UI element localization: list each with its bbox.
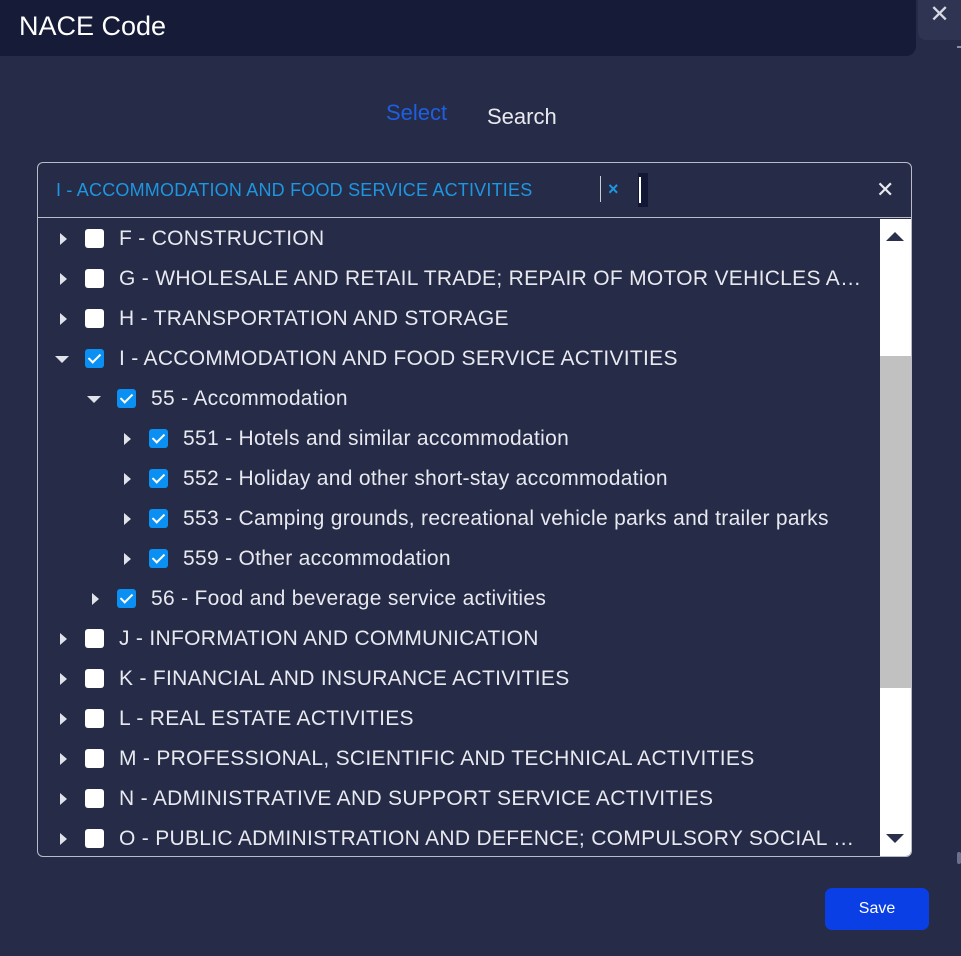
caret-down-icon[interactable] bbox=[55, 356, 69, 363]
dialog-header: NACE Code bbox=[0, 0, 916, 56]
tree-item-checkbox[interactable] bbox=[85, 229, 104, 248]
tree-item-checkbox[interactable] bbox=[85, 749, 104, 768]
tree-item-label: 552 - Holiday and other short-stay accom… bbox=[183, 467, 668, 490]
tree-item[interactable]: 55 - Accommodation bbox=[38, 379, 880, 419]
save-button[interactable]: Save bbox=[825, 888, 929, 930]
close-icon: ✕ bbox=[929, 1, 950, 28]
tree-item[interactable]: O - PUBLIC ADMINISTRATION AND DEFENCE; C… bbox=[38, 819, 880, 856]
tab-search[interactable]: Search bbox=[487, 104, 557, 130]
tree-item[interactable]: H - TRANSPORTATION AND STORAGE bbox=[38, 299, 880, 339]
scrollbar[interactable] bbox=[880, 219, 911, 856]
tree-item[interactable]: I - ACCOMMODATION AND FOOD SERVICE ACTIV… bbox=[38, 339, 880, 379]
tree-item-label: 559 - Other accommodation bbox=[183, 547, 451, 570]
tree-item[interactable]: 56 - Food and beverage service activitie… bbox=[38, 579, 880, 619]
caret-right-icon[interactable] bbox=[60, 313, 67, 325]
caret-right-icon[interactable] bbox=[60, 233, 67, 245]
tab-select[interactable]: Select bbox=[386, 100, 447, 126]
window-edge bbox=[957, 46, 961, 48]
tree-item-label: H - TRANSPORTATION AND STORAGE bbox=[119, 307, 509, 330]
scrollbar-thumb[interactable] bbox=[880, 356, 911, 688]
tree-item[interactable]: 559 - Other accommodation bbox=[38, 539, 880, 579]
tree-item-checkbox[interactable] bbox=[117, 389, 136, 408]
tree-item-checkbox[interactable] bbox=[85, 629, 104, 648]
chip-divider bbox=[600, 176, 601, 202]
tree-item-checkbox[interactable] bbox=[149, 429, 168, 448]
tree-item-checkbox[interactable] bbox=[149, 549, 168, 568]
scroll-down-arrow-icon[interactable] bbox=[886, 834, 904, 843]
tree-item-label: M - PROFESSIONAL, SCIENTIFIC AND TECHNIC… bbox=[119, 747, 755, 770]
nace-tree: F - CONSTRUCTION G - WHOLESALE AND RETAIL… bbox=[38, 219, 880, 856]
tree-item-label: O - PUBLIC ADMINISTRATION AND DEFENCE; C… bbox=[119, 827, 868, 850]
tree-item[interactable]: J - INFORMATION AND COMMUNICATION bbox=[38, 619, 880, 659]
close-button[interactable]: ✕ bbox=[918, 0, 961, 40]
tree-item[interactable]: L - REAL ESTATE ACTIVITIES bbox=[38, 699, 880, 739]
tree-item-label: L - REAL ESTATE ACTIVITIES bbox=[119, 707, 414, 730]
tree-item-label: 55 - Accommodation bbox=[151, 387, 348, 410]
tree-item[interactable]: G - WHOLESALE AND RETAIL TRADE; REPAIR O… bbox=[38, 259, 880, 299]
tree-item[interactable]: 552 - Holiday and other short-stay accom… bbox=[38, 459, 880, 499]
caret-right-icon[interactable] bbox=[60, 633, 67, 645]
tree-item-checkbox[interactable] bbox=[149, 509, 168, 528]
caret-right-icon[interactable] bbox=[124, 553, 131, 565]
caret-right-icon[interactable] bbox=[92, 593, 99, 605]
selected-values-bar[interactable]: I - ACCOMMODATION AND FOOD SERVICE ACTIV… bbox=[38, 163, 911, 218]
window-edge-handle bbox=[957, 852, 961, 864]
tree-item-checkbox[interactable] bbox=[85, 349, 104, 368]
tree-item-label: K - FINANCIAL AND INSURANCE ACTIVITIES bbox=[119, 667, 570, 690]
caret-right-icon[interactable] bbox=[60, 673, 67, 685]
tree-item-label: G - WHOLESALE AND RETAIL TRADE; REPAIR O… bbox=[119, 267, 868, 290]
tree-item-checkbox[interactable] bbox=[85, 669, 104, 688]
tree-item-label: 56 - Food and beverage service activitie… bbox=[151, 587, 547, 610]
tree-item-checkbox[interactable] bbox=[149, 469, 168, 488]
caret-right-icon[interactable] bbox=[60, 273, 67, 285]
caret-right-icon[interactable] bbox=[124, 433, 131, 445]
dialog-title: NACE Code bbox=[19, 11, 167, 41]
tree-item[interactable]: F - CONSTRUCTION bbox=[38, 219, 880, 259]
caret-right-icon[interactable] bbox=[124, 473, 131, 485]
tree-item-label: F - CONSTRUCTION bbox=[119, 227, 325, 250]
tree-search-input[interactable] bbox=[638, 173, 648, 207]
chip-remove-icon[interactable]: × bbox=[608, 177, 624, 201]
tree-item[interactable]: N - ADMINISTRATIVE AND SUPPORT SERVICE A… bbox=[38, 779, 880, 819]
caret-right-icon[interactable] bbox=[60, 833, 67, 845]
tree-item-checkbox[interactable] bbox=[85, 829, 104, 848]
tree-item-label: 551 - Hotels and similar accommodation bbox=[183, 427, 570, 450]
selected-chip-label: I - ACCOMMODATION AND FOOD SERVICE ACTIV… bbox=[56, 180, 533, 200]
clear-all-icon[interactable]: ✕ bbox=[876, 177, 898, 203]
caret-right-icon[interactable] bbox=[124, 513, 131, 525]
tree-item-label: I - ACCOMMODATION AND FOOD SERVICE ACTIV… bbox=[119, 347, 678, 370]
scroll-up-arrow-icon[interactable] bbox=[886, 232, 904, 241]
tree-item-checkbox[interactable] bbox=[85, 789, 104, 808]
tree-item-label: 553 - Camping grounds, recreational vehi… bbox=[183, 507, 829, 530]
tree-item-checkbox[interactable] bbox=[85, 309, 104, 328]
tree-item-checkbox[interactable] bbox=[117, 589, 136, 608]
tree-item-label: N - ADMINISTRATIVE AND SUPPORT SERVICE A… bbox=[119, 787, 714, 810]
tree-item-checkbox[interactable] bbox=[85, 709, 104, 728]
tree-item[interactable]: 553 - Camping grounds, recreational vehi… bbox=[38, 499, 880, 539]
tree-item-label: J - INFORMATION AND COMMUNICATION bbox=[119, 627, 539, 650]
tree-item[interactable]: M - PROFESSIONAL, SCIENTIFIC AND TECHNIC… bbox=[38, 739, 880, 779]
caret-right-icon[interactable] bbox=[60, 753, 67, 765]
nace-tree-picker: I - ACCOMMODATION AND FOOD SERVICE ACTIV… bbox=[37, 162, 912, 857]
tree-item[interactable]: 551 - Hotels and similar accommodation bbox=[38, 419, 880, 459]
tree-item[interactable]: K - FINANCIAL AND INSURANCE ACTIVITIES bbox=[38, 659, 880, 699]
caret-right-icon[interactable] bbox=[60, 713, 67, 725]
tree-item-checkbox[interactable] bbox=[85, 269, 104, 288]
caret-right-icon[interactable] bbox=[60, 793, 67, 805]
caret-down-icon[interactable] bbox=[87, 396, 101, 403]
